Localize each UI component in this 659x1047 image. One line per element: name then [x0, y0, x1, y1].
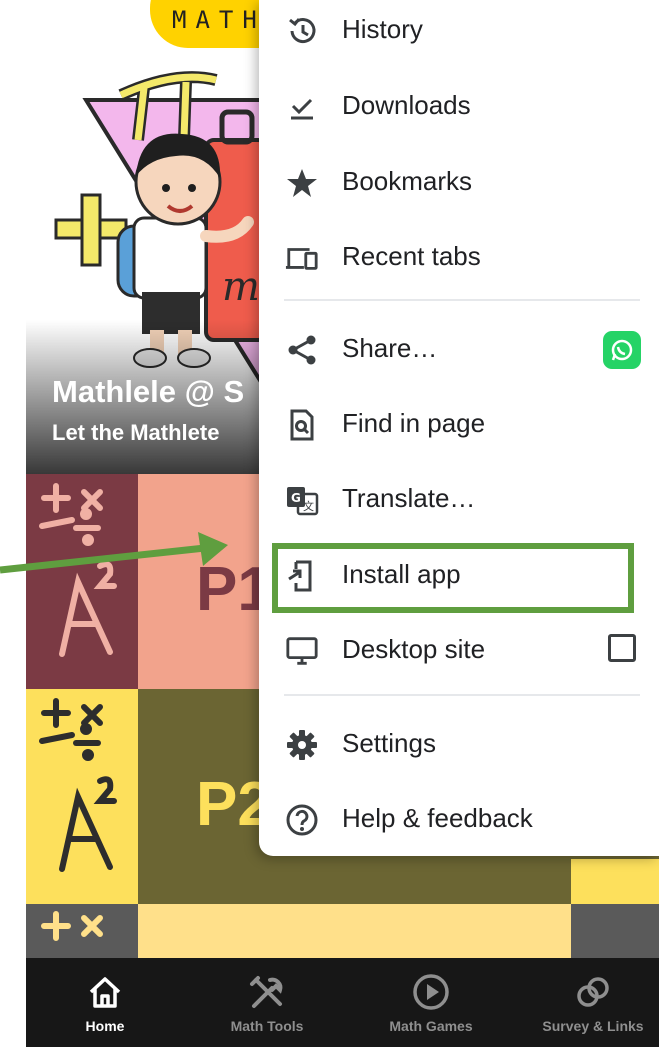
desktop-site-checkbox[interactable] [608, 634, 636, 662]
menu-item-downloads-label: Downloads [342, 90, 471, 120]
star-icon [285, 166, 319, 200]
help-icon [285, 803, 319, 837]
nav-math-games[interactable]: Math Games [352, 958, 510, 1047]
monitor-icon [285, 634, 319, 668]
nav-survey-links-label: Survey & Links [542, 1018, 644, 1034]
browser-overflow-menu: History Downloads Bookmarks Recent tabs … [259, 0, 659, 856]
menu-item-bookmarks-label: Bookmarks [342, 166, 473, 196]
menu-item-recent-tabs-label: Recent tabs [342, 241, 481, 271]
tile-edge-decor [571, 859, 659, 904]
menu-item-translate[interactable]: G文 Translate… [259, 469, 659, 529]
menu-divider [284, 299, 640, 301]
menu-item-translate-label: Translate… [342, 483, 476, 513]
svg-text:文: 文 [303, 499, 314, 513]
hero-subtitle: Let the Mathlete [52, 420, 220, 445]
level-tile-p3[interactable] [26, 904, 659, 958]
math-symbols-icon [26, 904, 138, 958]
share-icon [285, 333, 319, 367]
menu-item-desktop-site-label: Desktop site [342, 634, 486, 664]
menu-item-find-in-page-label: Find in page [342, 408, 486, 438]
menu-item-recent-tabs[interactable]: Recent tabs [259, 227, 659, 287]
menu-item-share[interactable]: Share… [259, 319, 659, 379]
install-app-highlight [272, 543, 634, 613]
home-icon [89, 977, 121, 1008]
bottom-nav: Home Math Tools Math Games Survey & Link… [26, 958, 659, 1047]
svg-text:m: m [222, 264, 260, 310]
link-icon [577, 977, 609, 1007]
nav-math-games-label: Math Games [389, 1018, 473, 1034]
devices-icon [285, 241, 319, 275]
nav-math-tools-label: Math Tools [230, 1018, 304, 1034]
menu-item-help-feedback-label: Help & feedback [342, 803, 533, 833]
nav-home[interactable]: Home [26, 958, 184, 1047]
translate-icon: G文 [285, 483, 319, 517]
menu-item-desktop-site[interactable]: Desktop site [259, 620, 659, 680]
menu-item-downloads[interactable]: Downloads [259, 76, 659, 136]
menu-item-history[interactable]: History [259, 0, 659, 60]
tile-edge-decor [571, 904, 659, 958]
nav-math-tools[interactable]: Math Tools [188, 958, 346, 1047]
history-icon [285, 14, 319, 48]
nav-home-label: Home [85, 1018, 125, 1034]
tools-icon [250, 976, 283, 1008]
math-symbols-icon [26, 689, 138, 904]
menu-item-settings-label: Settings [342, 728, 436, 758]
menu-item-help-feedback[interactable]: Help & feedback [259, 789, 659, 849]
menu-item-history-label: History [342, 14, 423, 44]
whatsapp-icon[interactable] [603, 331, 641, 369]
menu-item-find-in-page[interactable]: Find in page [259, 394, 659, 454]
find-in-page-icon [285, 408, 319, 442]
play-icon [413, 974, 449, 1010]
annotation-arrow [0, 532, 228, 574]
menu-item-settings[interactable]: Settings [259, 714, 659, 774]
download-icon [285, 90, 319, 124]
menu-item-share-label: Share… [342, 333, 438, 363]
svg-text:G: G [291, 491, 301, 505]
hero-title: Mathlele @ S [52, 374, 245, 409]
gear-icon [285, 728, 319, 762]
menu-divider [284, 694, 640, 696]
menu-item-bookmarks[interactable]: Bookmarks [259, 152, 659, 212]
nav-survey-links[interactable]: Survey & Links [514, 958, 659, 1047]
